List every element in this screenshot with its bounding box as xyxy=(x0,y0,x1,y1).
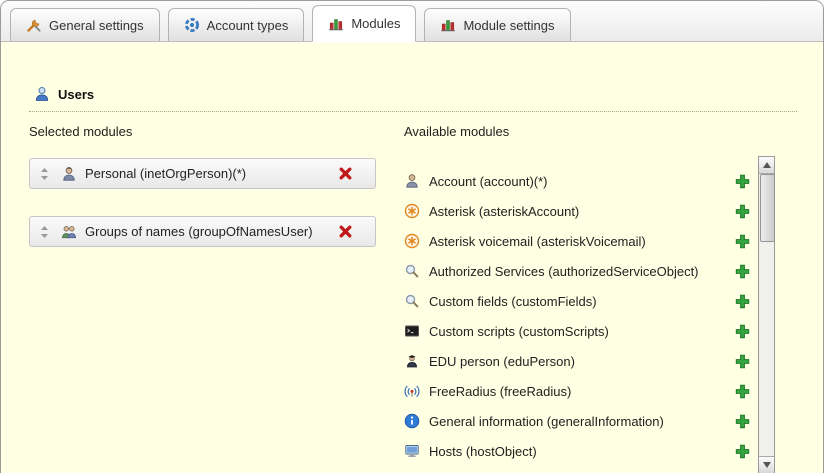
available-module-row: Account (account)(*) xyxy=(404,166,750,196)
drag-handle-icon[interactable] xyxy=(40,225,49,239)
antenna-icon xyxy=(404,383,420,399)
tab-label: Module settings xyxy=(463,18,554,33)
tab-account-types[interactable]: Account types xyxy=(168,8,305,41)
tab-label: General settings xyxy=(49,18,144,33)
remove-module-button[interactable] xyxy=(338,166,353,181)
available-module-row: Authorized Services (authorizedServiceOb… xyxy=(404,256,750,286)
add-module-button[interactable] xyxy=(735,444,750,459)
available-module-name: EDU person (eduPerson) xyxy=(429,354,575,369)
selected-module-name: Groups of names (groupOfNamesUser) xyxy=(85,224,338,239)
selected-module-row: Groups of names (groupOfNamesUser) xyxy=(29,216,376,247)
tab-label: Account types xyxy=(207,18,289,33)
tab-bar: General settings Account types Modules xyxy=(1,1,823,42)
available-module-name: Asterisk (asteriskAccount) xyxy=(429,204,579,219)
add-module-button[interactable] xyxy=(735,234,750,249)
available-module-row: FreeRadius (freeRadius) xyxy=(404,376,750,406)
scroll-down-button[interactable] xyxy=(759,456,774,473)
lam-configuration-window: General settings Account types Modules xyxy=(0,0,824,473)
scrollbar-thumb[interactable] xyxy=(760,174,775,242)
available-module-name: Custom scripts (customScripts) xyxy=(429,324,609,339)
available-module-row: Asterisk voicemail (asteriskVoicemail) xyxy=(404,226,750,256)
tab-label: Modules xyxy=(351,16,400,31)
user-icon xyxy=(34,86,50,102)
gear-icon xyxy=(184,17,200,33)
add-module-button[interactable] xyxy=(735,294,750,309)
scroll-up-button[interactable] xyxy=(759,157,774,174)
group-icon xyxy=(61,224,77,240)
selected-module-row: Personal (inetOrgPerson)(*) xyxy=(29,158,376,189)
modules-icon xyxy=(328,16,344,32)
add-module-button[interactable] xyxy=(735,174,750,189)
tools-icon xyxy=(26,17,42,33)
asterisk-icon xyxy=(404,233,420,249)
modules-icon xyxy=(440,17,456,33)
available-module-name: Custom fields (customFields) xyxy=(429,294,597,309)
available-module-name: Asterisk voicemail (asteriskVoicemail) xyxy=(429,234,646,249)
graduate-icon xyxy=(404,353,420,369)
available-modules-list: Account (account)(*) Asterisk xyxy=(404,166,750,466)
magnifier-icon xyxy=(404,263,420,279)
add-module-button[interactable] xyxy=(735,384,750,399)
magnifier-icon xyxy=(404,293,420,309)
drag-handle-icon[interactable] xyxy=(40,167,49,181)
add-module-button[interactable] xyxy=(735,354,750,369)
available-modules-label: Available modules xyxy=(404,124,509,139)
available-module-row: Hosts (hostObject) xyxy=(404,436,750,466)
available-module-row: Asterisk (asteriskAccount) xyxy=(404,196,750,226)
available-module-name: General information (generalInformation) xyxy=(429,414,664,429)
person-icon xyxy=(404,173,420,189)
add-module-button[interactable] xyxy=(735,324,750,339)
asterisk-icon xyxy=(404,203,420,219)
add-module-button[interactable] xyxy=(735,264,750,279)
available-module-name: Hosts (hostObject) xyxy=(429,444,537,459)
available-module-row: Custom scripts (customScripts) xyxy=(404,316,750,346)
available-module-name: FreeRadius (freeRadius) xyxy=(429,384,571,399)
available-module-name: Account (account)(*) xyxy=(429,174,548,189)
available-module-row: General information (generalInformation) xyxy=(404,406,750,436)
info-icon xyxy=(404,413,420,429)
terminal-icon xyxy=(404,323,420,339)
person-icon xyxy=(61,166,77,182)
available-module-row: Custom fields (customFields) xyxy=(404,286,750,316)
tab-general-settings[interactable]: General settings xyxy=(10,8,160,41)
selected-module-name: Personal (inetOrgPerson)(*) xyxy=(85,166,338,181)
add-module-button[interactable] xyxy=(735,414,750,429)
section-title: Users xyxy=(58,87,94,102)
modules-panel: Users Selected modules Available modules… xyxy=(1,42,823,473)
add-module-button[interactable] xyxy=(735,204,750,219)
tab-modules[interactable]: Modules xyxy=(312,5,416,42)
remove-module-button[interactable] xyxy=(338,224,353,239)
available-module-name: Authorized Services (authorizedServiceOb… xyxy=(429,264,699,279)
computer-icon xyxy=(404,443,420,459)
tab-module-settings[interactable]: Module settings xyxy=(424,8,570,41)
available-module-row: EDU person (eduPerson) xyxy=(404,346,750,376)
section-divider xyxy=(29,111,797,112)
selected-modules-label: Selected modules xyxy=(29,124,132,139)
available-modules-scrollbar[interactable] xyxy=(758,156,775,473)
users-section-heading: Users xyxy=(34,86,94,102)
